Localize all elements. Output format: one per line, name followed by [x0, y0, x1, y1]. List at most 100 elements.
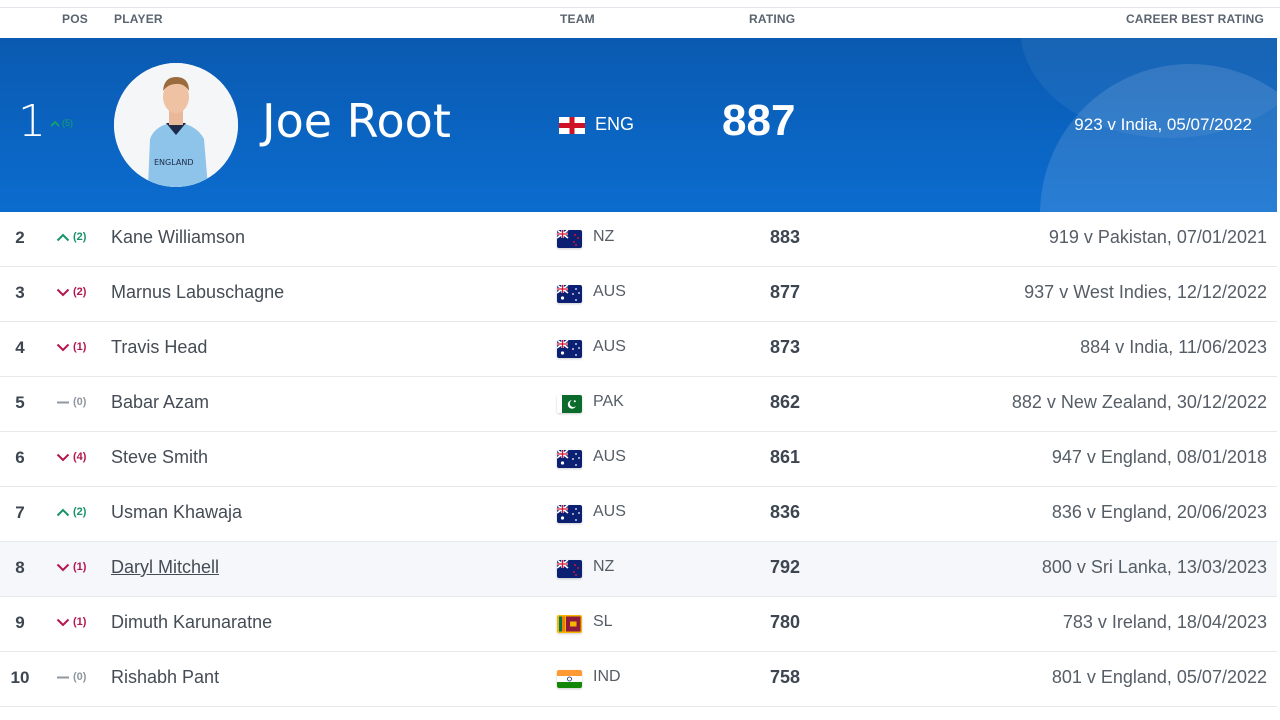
table-row[interactable]: 10 (0) Rishabh Pant IND 758 801 v England, 05…: [0, 652, 1277, 707]
player-name-link[interactable]: Daryl Mitchell: [111, 557, 219, 578]
rating-value: 836: [769, 502, 800, 522]
position: 6: [15, 448, 25, 467]
australia-flag-icon: [557, 450, 582, 468]
table-row[interactable]: 4 (1) Travis Head AUS 873 884 v India, 11/06/…: [0, 322, 1277, 377]
rankings-table: 2 (2) Kane Williamson NZ 883 919 v Pakistan, …: [0, 212, 1277, 707]
india-flag-icon: [557, 670, 582, 688]
team-flag: [557, 505, 582, 523]
chevron-up-icon: [50, 120, 60, 127]
career-best-rating: 882 v New Zealand, 30/12/2022: [1011, 392, 1267, 412]
header-career-best: CAREER BEST RATING: [1125, 12, 1264, 26]
player-name-link[interactable]: Rishabh Pant: [111, 667, 219, 688]
team-flag: [557, 340, 582, 358]
australia-flag-icon: [557, 340, 582, 358]
team-flag: [557, 395, 582, 413]
player-name-link[interactable]: Travis Head: [111, 337, 207, 358]
table-row[interactable]: 2 (2) Kane Williamson NZ 883 919 v Pakistan, …: [0, 212, 1277, 267]
leader-banner[interactable]: 1 (5) ENGLAND Joe Root ENG 887 923 v Ind…: [0, 38, 1277, 212]
player-name-link[interactable]: Kane Williamson: [111, 227, 245, 248]
dash-icon: [57, 401, 69, 403]
position: 4: [15, 338, 25, 357]
rating-value: 780: [769, 612, 800, 632]
leader-position: 1: [18, 96, 46, 147]
header-pos: POS: [62, 12, 88, 26]
sri-lanka-flag-icon: [557, 615, 582, 633]
movement-indicator: (2): [56, 506, 86, 518]
position: 10: [10, 668, 30, 687]
movement-count: (2): [73, 506, 87, 518]
chevron-down-icon: [56, 563, 70, 571]
svg-text:ENGLAND: ENGLAND: [154, 158, 194, 167]
career-best-rating: 947 v England, 08/01/2018: [1051, 447, 1267, 467]
career-best-rating: 801 v England, 05/07/2022: [1051, 667, 1267, 687]
player-name-link[interactable]: Babar Azam: [111, 392, 209, 413]
movement-count: (2): [73, 286, 87, 298]
rating-value: 792: [769, 557, 800, 577]
leader-career-best: 923 v India, 05/07/2022: [1074, 115, 1252, 134]
australia-flag-icon: [557, 285, 582, 303]
team-code: SL: [593, 613, 613, 630]
movement-indicator: (0): [56, 396, 86, 408]
header-rating: RATING: [749, 12, 796, 26]
table-row[interactable]: 8 (1) Daryl Mitchell NZ 792 800 v Sri Lanka, …: [0, 542, 1277, 597]
movement-count: (1): [73, 616, 87, 628]
england-flag-icon: [559, 117, 585, 134]
position: 9: [15, 613, 25, 632]
leader-movement-count: (5): [62, 118, 73, 128]
player-name-link[interactable]: Usman Khawaja: [111, 502, 242, 523]
rating-value: 877: [769, 282, 800, 302]
player-name-link[interactable]: Dimuth Karunaratne: [111, 612, 272, 633]
player-name-link[interactable]: Marnus Labuschagne: [111, 282, 284, 303]
leader-movement: (5): [50, 118, 73, 128]
team-flag: [557, 230, 582, 248]
team-code: AUS: [593, 448, 626, 465]
position: 3: [15, 283, 25, 302]
table-row[interactable]: 6 (4) Steve Smith AUS 861 947 v England, 08/0…: [0, 432, 1277, 487]
position: 5: [15, 393, 25, 412]
rating-value: 873: [769, 337, 800, 357]
header-team: TEAM: [560, 12, 595, 26]
table-row[interactable]: 7 (2) Usman Khawaja AUS 836 836 v England, 20…: [0, 487, 1277, 542]
chevron-down-icon: [56, 618, 70, 626]
rating-value: 862: [769, 392, 800, 412]
movement-count: (0): [73, 396, 87, 408]
team-code: NZ: [593, 228, 615, 245]
team-flag: [557, 615, 582, 633]
leader-rating: 887: [722, 96, 796, 145]
movement-indicator: (4): [56, 451, 86, 463]
movement-indicator: (1): [56, 616, 86, 628]
movement-indicator: (0): [56, 671, 86, 683]
movement-indicator: (1): [56, 561, 86, 573]
header-player: PLAYER: [114, 12, 163, 26]
leader-name[interactable]: Joe Root: [262, 94, 451, 148]
table-row[interactable]: 3 (2) Marnus Labuschagne AUS 877 937 v West I…: [0, 267, 1277, 322]
chevron-down-icon: [56, 453, 70, 461]
team-flag: [557, 560, 582, 578]
team-flag: [557, 450, 582, 468]
movement-indicator: (2): [56, 231, 86, 243]
new-zealand-flag-icon: [557, 560, 582, 578]
rating-value: 758: [769, 667, 800, 687]
pakistan-flag-icon: [557, 395, 582, 413]
player-photo-icon: ENGLAND: [114, 63, 238, 187]
movement-count: (2): [73, 231, 87, 243]
dash-icon: [57, 676, 69, 678]
position: 2: [15, 228, 25, 247]
team-code: AUS: [593, 338, 626, 355]
movement-count: (1): [73, 341, 87, 353]
rating-value: 883: [769, 227, 800, 247]
leader-team: ENG: [595, 114, 635, 134]
career-best-rating: 800 v Sri Lanka, 13/03/2023: [1041, 557, 1267, 577]
career-best-rating: 937 v West Indies, 12/12/2022: [1024, 282, 1267, 302]
team-flag: [557, 285, 582, 303]
team-flag: [557, 670, 582, 688]
movement-indicator: (2): [56, 286, 86, 298]
chevron-up-icon: [56, 508, 70, 516]
leader-avatar: ENGLAND: [114, 63, 238, 187]
career-best-rating: 836 v England, 20/06/2023: [1051, 502, 1267, 522]
new-zealand-flag-icon: [557, 230, 582, 248]
table-row[interactable]: 5 (0) Babar Azam PAK 862 882 v New Zealand, 3…: [0, 377, 1277, 432]
player-name-link[interactable]: Steve Smith: [111, 447, 208, 468]
table-row[interactable]: 9 (1) Dimuth Karunaratne SL 780 783 v Ireland…: [0, 597, 1277, 652]
chevron-up-icon: [56, 233, 70, 241]
